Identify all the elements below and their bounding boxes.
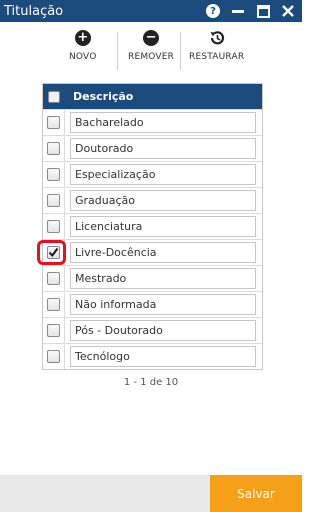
row-checkbox-cell xyxy=(43,110,65,135)
minimize-button[interactable] xyxy=(227,0,249,22)
row-checkbox[interactable] xyxy=(47,324,60,337)
row-checkbox-cell xyxy=(43,162,65,187)
save-button[interactable]: Salvar xyxy=(210,475,302,512)
plus-icon: + xyxy=(74,30,91,46)
table-row[interactable]: Especialização xyxy=(43,161,262,187)
table-row[interactable]: Não informada xyxy=(43,291,262,317)
row-description: Licenciatura xyxy=(70,216,256,237)
minus-icon: − xyxy=(143,30,160,46)
restaurar-label: RESTAURAR xyxy=(189,52,245,62)
row-checkbox[interactable] xyxy=(47,220,60,233)
table-row[interactable]: Livre-Docência xyxy=(37,239,262,265)
novo-label: NOVO xyxy=(69,52,97,62)
select-all-checkbox[interactable] xyxy=(48,90,60,103)
novo-button[interactable]: + NOVO xyxy=(69,30,97,62)
row-description: Mestrado xyxy=(70,268,256,289)
row-checkbox[interactable] xyxy=(47,116,60,129)
row-description: Doutorado xyxy=(70,138,256,159)
row-checkbox[interactable] xyxy=(47,350,60,363)
row-checkbox-cell xyxy=(43,344,65,369)
row-checkbox-cell xyxy=(43,136,65,161)
row-checkbox[interactable] xyxy=(47,298,60,311)
row-description: Especialização xyxy=(70,164,256,185)
table-row[interactable]: Pós - Doutorado xyxy=(43,317,262,343)
row-description: Graduação xyxy=(70,190,256,211)
help-icon: ? xyxy=(206,4,220,18)
grid-header: Descrição xyxy=(43,84,262,109)
row-checkbox[interactable] xyxy=(47,142,60,155)
row-checkbox-cell xyxy=(43,292,65,317)
help-button[interactable]: ? xyxy=(202,0,224,22)
restore-icon xyxy=(210,31,224,45)
restaurar-button[interactable]: RESTAURAR xyxy=(189,30,244,62)
close-icon xyxy=(282,5,294,17)
maximize-button[interactable] xyxy=(252,0,274,22)
row-checkbox-cell xyxy=(43,318,65,343)
table-row[interactable]: Graduação xyxy=(43,187,262,213)
close-button[interactable] xyxy=(277,0,299,22)
table-row[interactable]: Mestrado xyxy=(43,265,262,291)
footer-bar: Salvar xyxy=(0,475,302,512)
table-row[interactable]: Doutorado xyxy=(43,135,262,161)
window-title: Titulação xyxy=(4,3,64,19)
column-header-descricao: Descrição xyxy=(73,90,134,103)
selection-highlight xyxy=(37,240,66,265)
toolbar-divider xyxy=(117,32,118,70)
pager: 1 - 1 de 10 xyxy=(123,377,179,388)
remover-label: REMOVER xyxy=(128,52,175,62)
row-description: Pós - Doutorado xyxy=(70,320,256,341)
toolbar: + NOVO − REMOVER RESTAURAR xyxy=(0,30,302,70)
row-checkbox-cell xyxy=(43,214,65,239)
row-description: Livre-Docência xyxy=(70,242,256,263)
row-checkbox-cell xyxy=(43,188,65,213)
remover-button[interactable]: − REMOVER xyxy=(128,30,174,62)
table-row[interactable]: Bacharelado xyxy=(43,109,262,135)
row-description: Não informada xyxy=(70,294,256,315)
row-checkbox-cell xyxy=(43,266,65,291)
row-checkbox[interactable] xyxy=(47,272,60,285)
toolbar-divider xyxy=(180,32,181,70)
titulacao-grid: Descrição Bacharelado Doutorado Especializ… xyxy=(37,83,263,370)
table-row[interactable]: Tecnólogo xyxy=(43,343,262,369)
row-checkbox[interactable] xyxy=(47,194,60,207)
minimize-icon xyxy=(232,9,244,13)
maximize-icon xyxy=(256,4,270,18)
table-row[interactable]: Licenciatura xyxy=(43,213,262,239)
grid-body: Bacharelado Doutorado Especialização Gradua… xyxy=(37,109,262,369)
title-bar: Titulação ? xyxy=(0,0,302,22)
row-checkbox[interactable] xyxy=(47,168,60,181)
row-description: Tecnólogo xyxy=(70,346,256,367)
row-description: Bacharelado xyxy=(70,112,256,133)
